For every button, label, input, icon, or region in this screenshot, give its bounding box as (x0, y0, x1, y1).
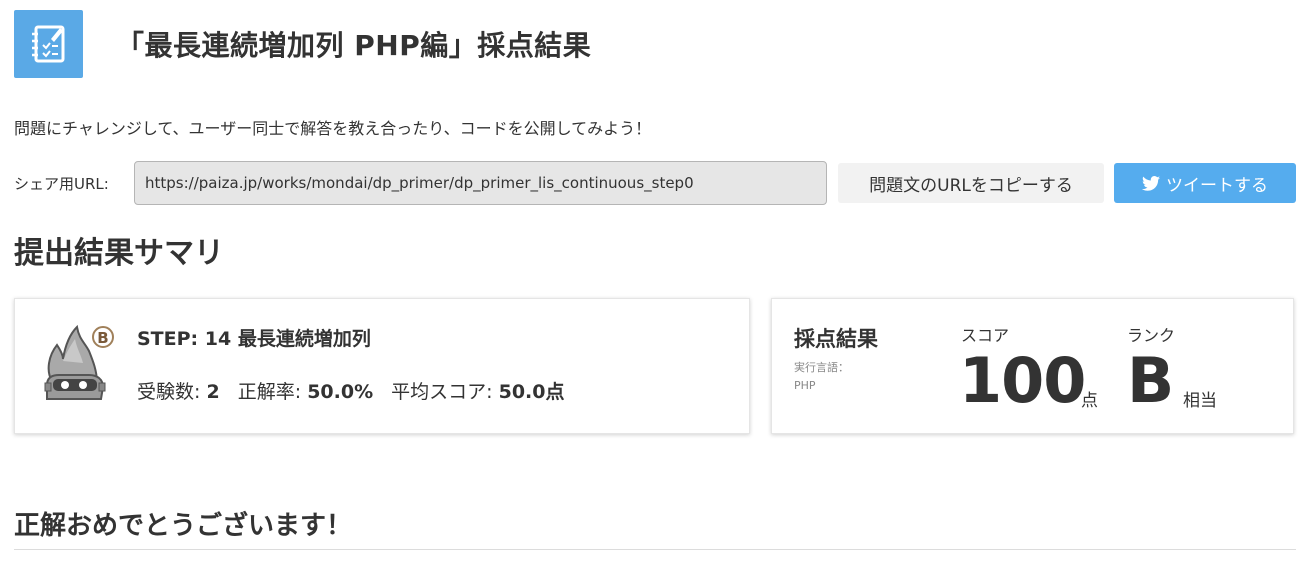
mascot-rank-badge: B (97, 329, 108, 347)
page-title: 「最長連続増加列 PHP編」採点結果 (116, 29, 592, 62)
twitter-bird-icon (1142, 175, 1160, 191)
score-result-card: 採点結果 実行言語： PHP スコア 100 点 ランク B 相当 (771, 298, 1294, 434)
step-summary-card: B STEP: 14 最長連続増加列 受験数: 2 正解率: 50.0% 平均ス… (14, 298, 750, 434)
copy-url-button[interactable]: 問題文のURLをコピーする (838, 163, 1104, 203)
language-label: 実行言語： (794, 361, 849, 374)
mascot-icon: B (44, 324, 114, 400)
step-stats: 受験数: 2 正解率: 50.0% 平均スコア: 50.0点 (137, 377, 565, 404)
score-unit: 点 (1081, 391, 1098, 411)
tweet-button-label: ツイートする (1166, 175, 1268, 196)
accuracy-value: 50.0% (307, 381, 374, 403)
rank-value: B (1127, 344, 1175, 417)
share-url-input[interactable] (134, 161, 827, 205)
avg-score-value: 50.0点 (498, 381, 565, 403)
section-divider (14, 549, 1296, 550)
congrats-heading: 正解おめでとうございます！ (14, 511, 353, 541)
page-header: 「最長連続増加列 PHP編」採点結果 (14, 10, 591, 78)
score-result-title: 採点結果 (794, 327, 878, 351)
examinees-label: 受験数: (137, 381, 201, 403)
tweet-button[interactable]: ツイートする (1114, 163, 1296, 203)
share-url-label: シェア用URL: (14, 174, 109, 193)
share-row: シェア用URL: 問題文のURLをコピーする ツイートする (14, 161, 1296, 205)
accuracy-label: 正解率: (237, 381, 302, 403)
rank-unit: 相当 (1183, 391, 1217, 411)
summary-section-title: 提出結果サマリ (14, 236, 224, 271)
step-title: STEP: 14 最長連続増加列 (137, 328, 371, 350)
language-value: PHP (794, 379, 816, 392)
score-value: 100 (959, 344, 1086, 417)
checklist-notebook-icon (14, 10, 83, 78)
intro-text: 問題にチャレンジして、ユーザー同士で解答を教え合ったり、コードを公開してみよう！ (14, 119, 652, 138)
examinees-value: 2 (206, 381, 220, 403)
avg-score-label: 平均スコア: (391, 381, 493, 403)
